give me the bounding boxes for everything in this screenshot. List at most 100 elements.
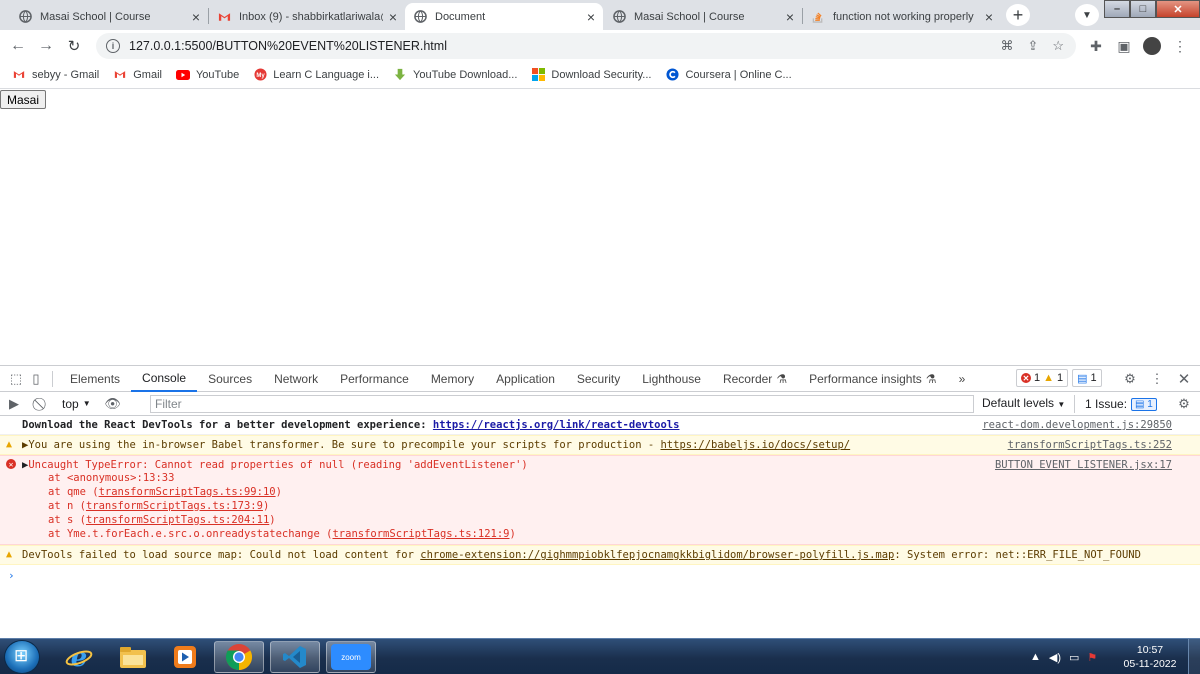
bookmark-youtube[interactable]: YouTube xyxy=(175,68,240,81)
menu-kebab-icon[interactable]: ⋮ xyxy=(1170,36,1190,56)
close-tab-icon[interactable]: × xyxy=(587,10,595,24)
bookmark-coursera[interactable]: Coursera | Online C... xyxy=(665,68,792,81)
bookmark-download-security[interactable]: Download Security... xyxy=(531,68,651,81)
tab-gmail-inbox[interactable]: Inbox (9) - shabbirkatlariwala@ × xyxy=(209,3,405,30)
warning-icon: ▲ xyxy=(6,549,13,560)
tab-performance-insights[interactable]: Performance insights ⚗ xyxy=(798,366,947,392)
translate-icon[interactable]: ⌘ xyxy=(1000,38,1013,54)
share-icon[interactable]: ⇪ xyxy=(1027,38,1038,54)
forward-arrow-icon[interactable]: → xyxy=(36,36,56,56)
issues-button[interactable]: 1 Issue: ▤ 1 xyxy=(1074,395,1157,413)
action-center-flag-icon[interactable]: ⚑ xyxy=(1087,651,1097,664)
bookmark-label: Coursera | Online C... xyxy=(685,68,792,81)
show-desktop-button[interactable] xyxy=(1188,639,1200,674)
tab-network[interactable]: Network xyxy=(263,366,329,392)
coursera-icon xyxy=(665,68,679,81)
stack-link[interactable]: transformScriptTags.ts:121:9 xyxy=(332,528,509,540)
start-button[interactable] xyxy=(4,640,40,674)
eye-icon[interactable]: 👁 xyxy=(103,394,123,414)
clear-console-icon[interactable]: ⃠ xyxy=(32,394,52,414)
messages-counter[interactable]: ▤ 1 xyxy=(1072,369,1102,387)
bookmark-sebyy-gmail[interactable]: sebyy - Gmail xyxy=(12,69,99,81)
maximize-button[interactable]: □ xyxy=(1130,0,1156,18)
device-toolbar-icon[interactable]: ▯ xyxy=(26,369,46,389)
file-explorer-icon[interactable] xyxy=(108,641,158,673)
bookmark-label: YouTube xyxy=(195,68,240,81)
bookmark-star-icon[interactable]: ☆ xyxy=(1052,38,1064,54)
tab-performance[interactable]: Performance xyxy=(329,366,420,392)
zoom-icon[interactable]: zoom xyxy=(326,641,376,673)
tab-console[interactable]: Console xyxy=(131,366,198,392)
tab-document[interactable]: Document × xyxy=(405,3,603,30)
tab-sources[interactable]: Sources xyxy=(197,366,263,392)
close-tab-icon[interactable]: × xyxy=(389,10,397,24)
warning-count: 1 xyxy=(1057,372,1064,384)
flask-icon: ⚗ xyxy=(925,371,937,386)
profile-avatar[interactable] xyxy=(1142,36,1162,56)
site-info-icon[interactable]: i xyxy=(106,39,120,53)
taskbar-clock[interactable]: 10:57 05-11-2022 xyxy=(1120,643,1180,671)
sidebar-toggle-icon[interactable]: ▶ xyxy=(4,394,24,414)
tab-search-chevron-icon[interactable]: ▼ xyxy=(1075,4,1099,26)
close-tab-icon[interactable]: × xyxy=(786,10,794,24)
close-tab-icon[interactable]: × xyxy=(985,10,993,24)
minimize-button[interactable]: – xyxy=(1104,0,1130,18)
volume-icon[interactable]: ◀) xyxy=(1049,651,1061,664)
internet-explorer-icon[interactable]: e xyxy=(54,641,104,673)
context-selector[interactable]: top ▼ xyxy=(62,397,91,411)
tab-title: Masai School | Course xyxy=(634,10,745,23)
settings-gear-icon[interactable]: ⚙ xyxy=(1120,369,1140,389)
tab-masai-course-1[interactable]: Masai School | Course × xyxy=(10,3,208,30)
tab-application[interactable]: Application xyxy=(485,366,566,392)
back-arrow-icon[interactable]: ← xyxy=(8,36,28,56)
new-tab-button[interactable]: + xyxy=(1006,4,1030,26)
source-link[interactable]: transformScriptTags.ts:252 xyxy=(1008,439,1172,451)
chrome-icon[interactable] xyxy=(214,641,264,673)
bookmark-gmail[interactable]: Gmail xyxy=(113,69,162,81)
tab-lighthouse[interactable]: Lighthouse xyxy=(631,366,712,392)
stack-link[interactable]: transformScriptTags.ts:173:9 xyxy=(86,500,263,512)
tab-memory[interactable]: Memory xyxy=(420,366,485,392)
vscode-icon[interactable] xyxy=(270,641,320,673)
inspect-element-icon[interactable]: ⬚ xyxy=(6,369,26,389)
masai-button[interactable]: Masai xyxy=(0,90,47,109)
console-settings-gear-icon[interactable]: ⚙ xyxy=(1174,394,1194,414)
reload-icon[interactable]: ↻ xyxy=(64,36,84,56)
error-icon: ✕ xyxy=(1021,373,1031,383)
log-levels-dropdown[interactable]: Default levels ▼ xyxy=(982,396,1065,410)
tab-title: Document xyxy=(435,10,486,23)
console-prompt[interactable]: › xyxy=(0,565,1200,586)
extensions-puzzle-icon[interactable]: ✚ xyxy=(1086,36,1106,56)
tab-elements[interactable]: Elements xyxy=(59,366,131,392)
stack-frame: at n (transformScriptTags.ts:173:9) xyxy=(48,500,270,512)
tab-recorder[interactable]: Recorder ⚗ xyxy=(712,366,798,392)
message-link[interactable]: chrome-extension://gighmmpiobklfepjocnam… xyxy=(420,549,894,561)
address-bar[interactable]: i 127.0.0.1:5500/BUTTON%20EVENT%20LISTEN… xyxy=(96,33,1076,59)
tab-security[interactable]: Security xyxy=(566,366,631,392)
side-panel-icon[interactable]: ▣ xyxy=(1114,36,1134,56)
close-tab-icon[interactable]: × xyxy=(192,10,200,24)
tab-masai-course-2[interactable]: Masai School | Course × xyxy=(604,3,802,30)
customize-kebab-icon[interactable]: ⋮ xyxy=(1147,369,1167,389)
stack-link[interactable]: transformScriptTags.ts:99:10 xyxy=(99,486,276,498)
stack-link[interactable]: transformScriptTags.ts:204:11 xyxy=(86,514,269,526)
source-link[interactable]: react-dom.development.js:29850 xyxy=(982,419,1172,431)
message-link[interactable]: https://reactjs.org/link/react-devtools xyxy=(433,419,680,431)
more-tabs-chevron-icon[interactable]: » xyxy=(948,366,977,392)
console-filter-input[interactable]: Filter xyxy=(150,395,974,413)
stack-frame: at s (transformScriptTags.ts:204:11) xyxy=(48,514,276,526)
close-window-button[interactable]: ✕ xyxy=(1156,0,1200,18)
message-link[interactable]: https://babeljs.io/docs/setup/ xyxy=(660,439,850,451)
tray-expand-chevron-icon[interactable]: ▲ xyxy=(1030,651,1041,663)
media-player-icon[interactable] xyxy=(160,641,210,673)
close-devtools-icon[interactable]: ✕ xyxy=(1174,369,1194,389)
youtube-icon xyxy=(175,69,190,81)
source-link[interactable]: BUTTON EVENT LISTENER.jsx:17 xyxy=(995,459,1172,471)
bookmark-learn-c[interactable]: My Learn C Language i... xyxy=(253,68,379,81)
tab-stackoverflow[interactable]: function not working properly × xyxy=(803,3,1001,30)
network-icon[interactable]: ▭ xyxy=(1069,651,1079,664)
bookmark-youtube-download[interactable]: YouTube Download... xyxy=(393,69,517,81)
bookmark-label: YouTube Download... xyxy=(413,68,518,81)
warning-icon: ▲ xyxy=(6,439,13,450)
error-warning-counter[interactable]: ✕ 1 ▲ 1 xyxy=(1016,369,1069,387)
